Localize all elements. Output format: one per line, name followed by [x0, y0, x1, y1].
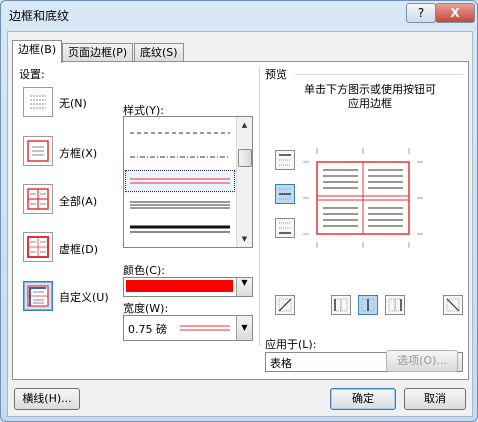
setting-custom-label[interactable]: 自定义(U): [59, 289, 109, 305]
style-scrollbar[interactable]: ▲ ▼: [236, 117, 252, 247]
chevron-down-icon[interactable]: ▼: [236, 278, 252, 296]
setting-none-label[interactable]: 无(N): [59, 95, 87, 111]
preview-instruction-2: 应用边框: [348, 97, 392, 110]
diagonal-up-border-icon[interactable]: [443, 295, 463, 315]
close-button[interactable]: X: [435, 3, 475, 23]
options-button[interactable]: 选项(O)...: [386, 350, 458, 372]
borders-shading-dialog: 边框和底纹 ? X 边框(B) 页面边框(P) 底纹(S) 设置: 无(N) 方…: [0, 0, 478, 422]
dialog-title: 边框和底纹: [9, 9, 70, 23]
apply-to-label: 应用于(L):: [265, 338, 317, 351]
vertical-divider: [259, 66, 260, 346]
color-select[interactable]: ▼: [123, 277, 253, 297]
setting-all-label[interactable]: 全部(A): [59, 193, 97, 209]
horizontal-line-button[interactable]: 横线(H)...: [14, 388, 80, 410]
preview-diagram[interactable]: [303, 148, 423, 248]
style-option-dash-dot[interactable]: [124, 145, 236, 169]
apply-to-value: 表格: [270, 357, 292, 370]
setting-grid-label[interactable]: 虚框(D): [59, 241, 98, 257]
style-list[interactable]: ▲ ▼: [123, 116, 253, 248]
top-border-icon[interactable]: [275, 150, 295, 170]
style-option-double-selected[interactable]: [124, 169, 236, 193]
settings-header: 设置:: [19, 68, 45, 81]
color-label: 颜色(C):: [123, 264, 165, 277]
ok-button[interactable]: 确定: [330, 388, 396, 410]
inside-horizontal-border-icon[interactable]: [275, 184, 295, 204]
style-option-triple[interactable]: [124, 193, 236, 217]
help-button[interactable]: ?: [406, 3, 436, 23]
chevron-down-icon[interactable]: ▼: [236, 316, 252, 340]
setting-grid-icon[interactable]: [23, 232, 53, 262]
setting-box-label[interactable]: 方框(X): [59, 145, 97, 161]
width-select[interactable]: 0.75 磅 ▼: [123, 315, 253, 341]
right-border-icon[interactable]: [385, 295, 405, 315]
dialog-body: 边框(B) 页面边框(P) 底纹(S) 设置: 无(N) 方框(X) 全部(A)…: [7, 31, 473, 417]
bottom-border-icon[interactable]: [275, 218, 295, 238]
title-bar: 边框和底纹 ? X: [1, 1, 477, 29]
tab-borders[interactable]: 边框(B): [12, 40, 63, 63]
cancel-button[interactable]: 取消: [404, 388, 466, 410]
setting-all-icon[interactable]: [23, 184, 53, 214]
diagonal-down-border-icon[interactable]: [275, 295, 295, 315]
scroll-thumb[interactable]: [238, 149, 252, 167]
width-label: 宽度(W):: [123, 302, 169, 315]
tab-page-border-label: 页面边框(P): [68, 46, 128, 59]
inside-vertical-border-icon[interactable]: [358, 295, 378, 315]
setting-none-icon[interactable]: [23, 87, 53, 117]
preview-divider: [295, 74, 463, 75]
scroll-up-icon[interactable]: ▲: [237, 118, 252, 132]
tab-page-border[interactable]: 页面边框(P): [62, 43, 134, 62]
tab-shading-label: 底纹(S): [140, 46, 178, 59]
scroll-down-icon[interactable]: ▼: [237, 232, 252, 246]
color-swatch: [126, 280, 233, 292]
tab-borders-label: 边框(B): [18, 43, 57, 56]
left-border-icon[interactable]: [331, 295, 351, 315]
setting-custom-icon[interactable]: [23, 281, 53, 311]
style-option-dashed[interactable]: [124, 121, 236, 145]
style-option-thick-thin[interactable]: [124, 217, 236, 241]
borders-panel: 设置: 无(N) 方框(X) 全部(A) 虚框(D) 自定义(U) 样式(Y):…: [12, 61, 469, 380]
preview-header: 预览: [265, 68, 287, 81]
tab-shading[interactable]: 底纹(S): [134, 43, 184, 62]
setting-box-icon[interactable]: [23, 136, 53, 166]
